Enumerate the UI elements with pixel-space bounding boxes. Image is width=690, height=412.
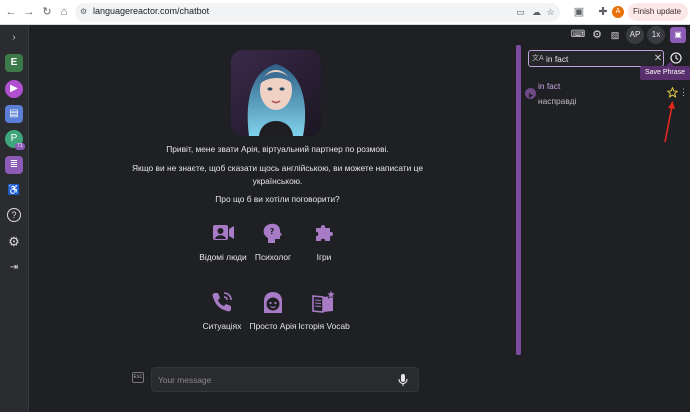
book-star-icon	[312, 289, 337, 313]
message-input[interactable]	[158, 373, 388, 387]
more-options-icon[interactable]: ⋮	[679, 86, 688, 98]
avatar	[231, 50, 321, 136]
extension-logo[interactable]: E	[5, 54, 23, 72]
extensions-puzzle-icon[interactable]: ✚	[596, 5, 610, 19]
play-icon[interactable]: ▶	[5, 80, 23, 98]
star-icon[interactable]	[667, 87, 678, 98]
puzzle-icon	[316, 225, 333, 241]
face-icon	[264, 292, 282, 313]
settings-gear-icon[interactable]: ⚙	[5, 233, 23, 251]
bookmark-star-icon[interactable]: ☆	[545, 7, 556, 18]
rail-badge: 71	[15, 143, 25, 150]
left-rail: › E ▶ ▤ P 71 ≣ ♿ ? ⚙ ⇥	[0, 25, 29, 412]
message-box	[151, 367, 419, 392]
phone-call-icon	[212, 292, 232, 312]
home-icon[interactable]: ⌂	[57, 5, 71, 19]
cast-icon[interactable]: ▭	[515, 7, 526, 18]
clear-icon[interactable]: ✕	[652, 52, 664, 66]
search-input[interactable]	[546, 53, 646, 65]
profile-avatar[interactable]: A	[612, 6, 624, 18]
category-label: Ігри	[316, 252, 332, 262]
chat-icon[interactable]: ▤	[5, 105, 23, 123]
play-audio-icon[interactable]	[525, 88, 536, 99]
greeting-text: Привіт, мене звати Арія, віртуальний пар…	[166, 144, 389, 154]
category-label: Історія Vocab	[298, 321, 350, 331]
extension-icon[interactable]: ▣	[572, 5, 586, 19]
help-icon[interactable]: ?	[7, 208, 21, 222]
voice-selector-button[interactable]: AP	[626, 26, 644, 44]
back-icon[interactable]: ←	[4, 5, 18, 19]
search-box: 文A ✕	[528, 50, 664, 67]
save-phrase-tooltip: Save Phrase	[640, 66, 690, 80]
panel-toolbar: ⌨ ⚙ ▨ AP 1x ▣	[522, 25, 690, 45]
vocab-list-icon[interactable]: ≣	[5, 156, 23, 174]
svg-text:?: ?	[270, 227, 275, 236]
address-bar[interactable]: ⚙ languagereactor.com/chatbot ▭ ☁ ☆	[75, 3, 560, 22]
category-vocab-story[interactable]: Історія Vocab	[294, 289, 354, 332]
settings-gear-icon[interactable]: ⚙	[590, 27, 604, 43]
extension-menu-icon[interactable]: ▣	[670, 27, 686, 43]
site-info-icon[interactable]: ⚙	[80, 7, 90, 17]
hint-text: Якщо ви не знаєте, щоб сказати щось англ…	[132, 163, 423, 186]
portrait-icon	[213, 225, 234, 240]
annotation-arrow	[664, 101, 675, 143]
category-games[interactable]: Ігри	[294, 220, 354, 263]
result-translation: насправді	[538, 96, 577, 106]
image-icon[interactable]: ▨	[608, 27, 622, 43]
url-text[interactable]: languagereactor.com/chatbot	[93, 6, 209, 16]
keyboard-icon[interactable]: ⌨	[570, 27, 586, 43]
finish-update-button[interactable]: Finish update	[628, 3, 688, 21]
question-text: Про що б ви хотіли поговорити?	[215, 194, 340, 204]
microphone-icon[interactable]	[396, 373, 410, 387]
esc-key-icon[interactable]: ESC	[132, 372, 144, 383]
cloud-icon[interactable]: ☁	[531, 7, 542, 18]
accessibility-icon[interactable]: ♿	[5, 182, 23, 200]
result-phrase[interactable]: in fact	[538, 81, 560, 91]
collapse-chevron-icon[interactable]: ›	[5, 29, 23, 47]
speed-button[interactable]: 1x	[647, 26, 665, 44]
browser-toolbar: ← → ↻ ⌂ ⚙ languagereactor.com/chatbot ▭ …	[0, 0, 690, 25]
logout-icon[interactable]: ⇥	[5, 259, 23, 277]
reload-icon[interactable]: ↻	[40, 5, 54, 19]
panel-scrollbar[interactable]	[516, 45, 521, 355]
forward-icon[interactable]: →	[22, 5, 36, 19]
head-question-icon: ?	[263, 223, 282, 243]
translate-icon: 文A	[532, 55, 544, 62]
